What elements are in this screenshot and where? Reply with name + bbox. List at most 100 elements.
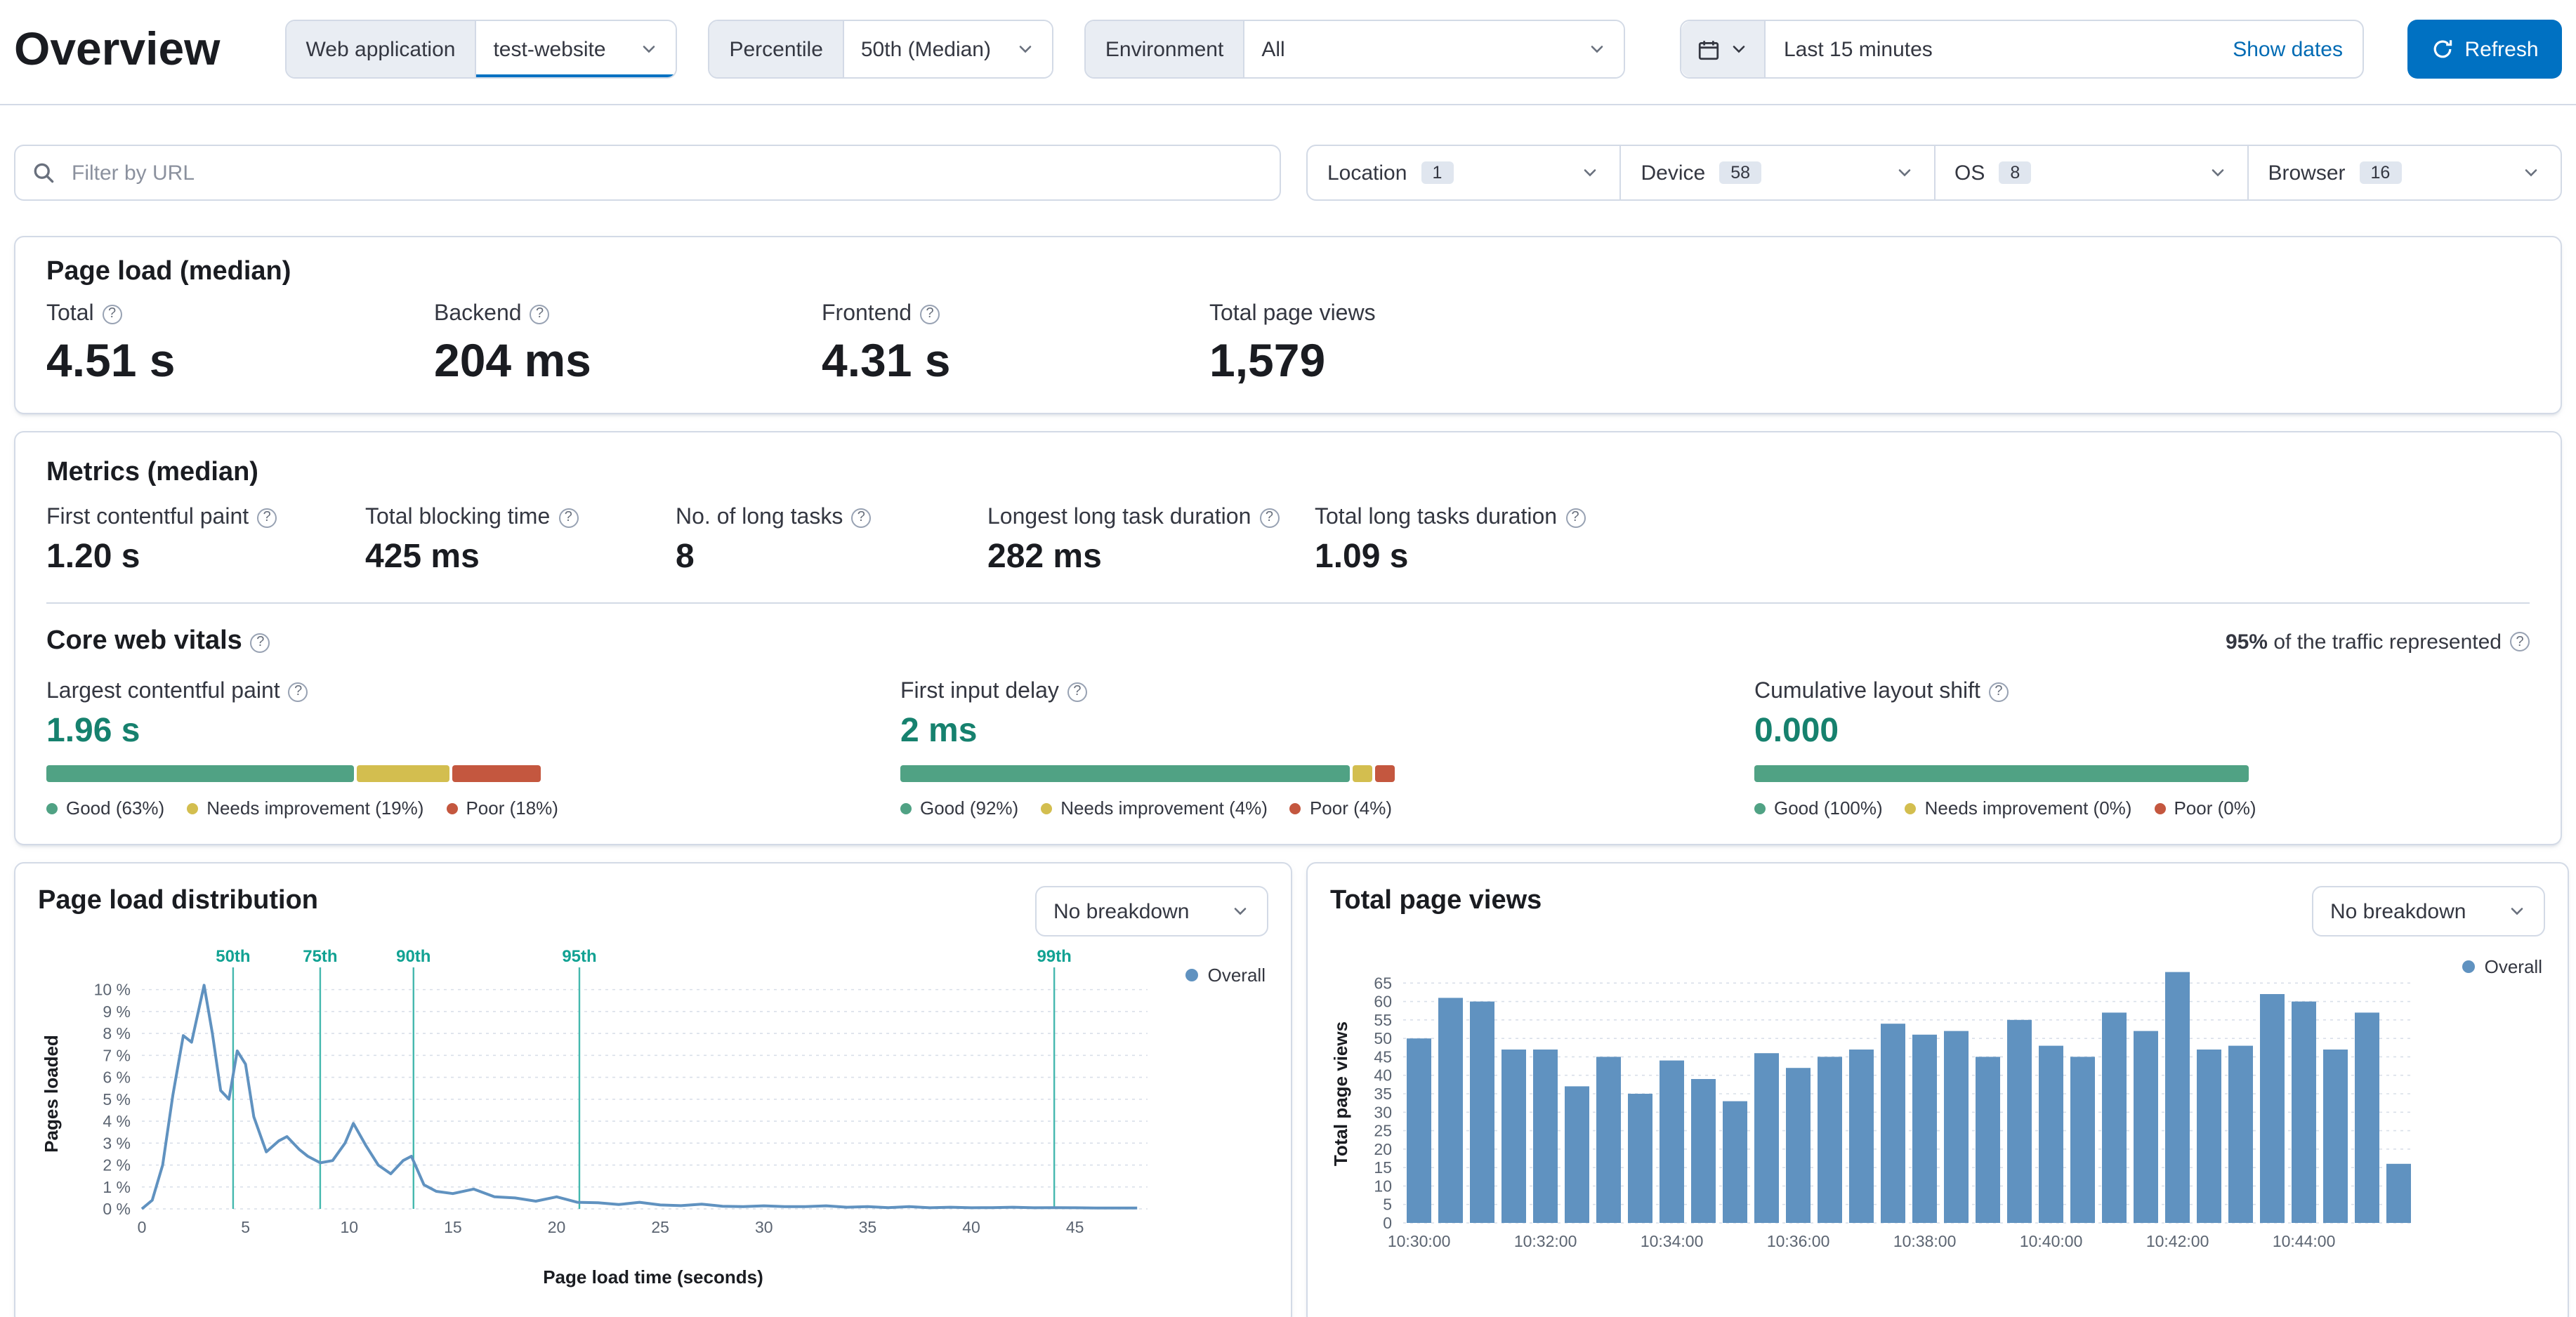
info-icon[interactable] [920,304,940,324]
metrics-title: Metrics (median) [46,458,258,487]
svg-text:9 %: 9 % [103,1002,131,1021]
vital-lcp-bar [46,765,541,782]
info-icon[interactable] [1988,682,2009,701]
stat-frontend-value: 4.31 s [822,334,951,386]
info-icon[interactable] [102,304,122,324]
bar-segment-good [1754,765,2249,782]
filter-os-count-badge: 8 [1999,161,2032,184]
svg-text:4 %: 4 % [103,1112,131,1130]
svg-text:3 %: 3 % [103,1134,131,1152]
metric-tbt: Total blocking time 425 ms [365,505,676,577]
divider [46,602,2530,604]
svg-text:10:44:00: 10:44:00 [2273,1232,2336,1250]
svg-text:30: 30 [1374,1103,1392,1121]
info-icon[interactable] [530,304,550,324]
filter-location[interactable]: Location 1 [1308,146,1620,199]
stat-backend-label: Backend [434,302,522,326]
info-icon[interactable] [558,508,579,527]
refresh-button[interactable]: Refresh [2407,20,2562,79]
chevron-down-icon [643,46,655,53]
svg-text:10:36:00: 10:36:00 [1767,1232,1830,1250]
metric-fcp-label: First contentful paint [46,505,249,529]
page-load-panel: Page load (median) Total 4.51 s Backend … [14,236,2562,414]
vital-cls-label: Cumulative layout shift [1754,680,1980,703]
distribution-breakdown-select[interactable]: No breakdown [1035,886,1268,937]
date-range-value[interactable]: Last 15 minutes [1766,37,2233,61]
svg-text:35: 35 [1374,1085,1392,1103]
svg-text:5 %: 5 % [103,1090,131,1108]
good-dot-icon [46,802,58,814]
info-icon[interactable] [1067,682,1087,701]
metric-longest-task: Longest long task duration 282 ms [987,505,1315,577]
info-icon[interactable] [1259,508,1280,527]
stat-backend-value: 204 ms [434,334,591,386]
chart-legend[interactable]: Overall [1185,965,1266,986]
stat-page-views-value: 1,579 [1209,334,1326,386]
svg-text:5: 5 [1383,1196,1392,1214]
chevron-down-icon [1584,169,1596,177]
stat-frontend: Frontend 4.31 s [822,302,1209,388]
filter-browser[interactable]: Browser 16 [2247,146,2561,199]
metric-longest-task-value: 282 ms [987,538,1102,576]
svg-text:0: 0 [1383,1214,1392,1232]
metric-long-tasks-value: 8 [676,538,695,576]
chevron-down-icon [2511,908,2523,915]
web-application-select[interactable]: test-website [476,21,676,77]
poor-dot-icon [446,802,458,814]
svg-text:Pages loaded: Pages loaded [41,1035,62,1153]
environment-value: All [1261,37,1285,61]
bar-segment-good [46,765,355,782]
percentile-select[interactable]: 50th (Median) [843,21,1052,77]
vital-fid-value: 2 ms [900,712,978,750]
web-application-value: test-website [493,37,606,61]
svg-text:90th: 90th [396,947,431,966]
url-filter [14,145,1281,201]
info-icon[interactable] [288,682,308,701]
metric-longest-task-label: Longest long task duration [987,505,1251,529]
percentile-label: Percentile [709,21,844,77]
stat-total: Total 4.51 s [46,302,434,388]
web-application-select-group: Web application test-website [284,20,678,79]
metric-total-tasks-label: Total long tasks duration [1315,505,1558,529]
page-views-breakdown-select[interactable]: No breakdown [2312,886,2545,937]
legend-needs-improvement: Needs improvement (0%) [1905,798,2131,819]
svg-text:15: 15 [1374,1158,1392,1177]
environment-select[interactable]: All [1244,21,1624,77]
poor-dot-icon [1289,802,1301,814]
filter-os[interactable]: OS 8 [1933,146,2247,199]
percentile-value: 50th (Median) [860,37,991,61]
vital-cls: Cumulative layout shift 0.000 Good (100%… [1754,680,2256,819]
svg-text:10 %: 10 % [94,981,131,999]
percentile-select-group: Percentile 50th (Median) [708,20,1053,79]
legend-good: Good (100%) [1754,798,1883,819]
info-icon[interactable] [851,508,872,527]
info-icon[interactable] [2510,632,2530,651]
chart-legend[interactable]: Overall [2462,956,2542,977]
filter-device-label: Device [1641,161,1706,185]
page-load-distribution-panel: Page load distribution No breakdown 0 % 1… [14,862,1292,1317]
svg-text:10:38:00: 10:38:00 [1893,1232,1957,1250]
filter-device[interactable]: Device 58 [1619,146,1934,199]
poor-dot-icon [2154,802,2166,814]
svg-text:7 %: 7 % [103,1046,131,1064]
url-filter-input[interactable] [14,145,1281,201]
page-title: Overview [14,22,221,74]
info-icon[interactable] [257,508,277,527]
stat-frontend-label: Frontend [822,302,912,326]
info-icon[interactable] [1565,508,1586,527]
metric-total-tasks: Total long tasks duration 1.09 s [1315,505,1586,577]
environment-select-group: Environment All [1084,20,1626,79]
metric-long-tasks: No. of long tasks 8 [676,505,987,577]
svg-text:10:30:00: 10:30:00 [1388,1232,1451,1250]
info-icon[interactable] [250,633,270,652]
svg-text:95th: 95th [562,947,596,966]
needs-improvement-dot-icon [1905,802,1917,814]
svg-text:75th: 75th [303,947,337,966]
good-dot-icon [1754,802,1766,814]
svg-text:50: 50 [1374,1029,1392,1047]
metrics-panel: Metrics (median) First contentful paint … [14,431,2562,845]
date-picker-quick-select[interactable] [1681,21,1766,77]
bar-segment-needs-improvement [1353,765,1373,782]
breakdown-value: No breakdown [2330,899,2466,923]
show-dates-link[interactable]: Show dates [2233,37,2363,61]
